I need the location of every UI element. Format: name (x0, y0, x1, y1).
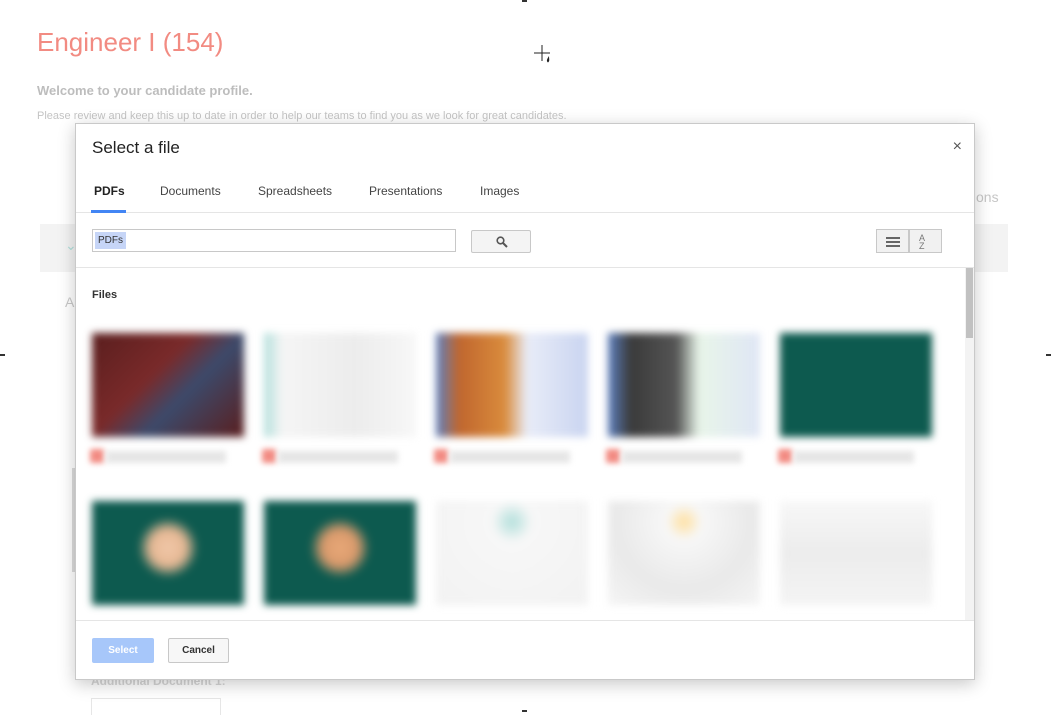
file-name-blurred (794, 451, 914, 463)
file-name-blurred (278, 451, 398, 463)
file-thumbnail (780, 501, 932, 605)
pdf-file-icon (90, 449, 104, 463)
file-tile[interactable] (420, 485, 588, 620)
welcome-heading: Welcome to your candidate profile. (37, 83, 253, 98)
dialog-title: Select a file (92, 138, 180, 157)
file-thumbnail (264, 333, 416, 437)
background-partial-letter: A (65, 294, 75, 310)
pdf-file-icon (778, 449, 792, 463)
tab-spreadsheets[interactable]: Spreadsheets (258, 184, 332, 198)
page-title: Engineer I (154) (37, 27, 224, 57)
tab-images[interactable]: Images (480, 184, 519, 198)
file-name-blurred (106, 451, 226, 463)
file-tile[interactable] (420, 317, 588, 485)
file-grid (76, 317, 951, 620)
file-thumbnail (264, 501, 416, 605)
search-icon (496, 236, 508, 248)
resize-handle-bottom (522, 710, 527, 712)
file-thumbnail (608, 501, 760, 605)
file-tile[interactable] (764, 317, 932, 485)
file-thumbnail (780, 333, 932, 437)
close-icon[interactable]: × (953, 138, 962, 156)
file-tile[interactable] (76, 317, 244, 485)
sort-az-icon: A Z (919, 234, 925, 251)
file-tile[interactable] (248, 317, 416, 485)
tab-documents[interactable]: Documents (160, 184, 221, 198)
select-button[interactable]: Select (92, 638, 154, 663)
intro-text: Please review and keep this up to date i… (37, 110, 567, 122)
resize-handle-left (0, 354, 5, 356)
files-panel: Files (76, 268, 974, 620)
sort-button[interactable]: A Z (909, 229, 942, 253)
list-view-icon (886, 237, 900, 247)
view-controls: A Z (876, 229, 942, 253)
move-cursor-icon (534, 45, 550, 63)
cancel-button[interactable]: Cancel (168, 638, 229, 663)
pdf-file-icon (606, 449, 620, 463)
file-type-tabs: PDFs Documents Spreadsheets Presentation… (76, 174, 974, 213)
tab-pdfs[interactable]: PDFs (94, 184, 125, 198)
resize-handle-right (1046, 354, 1051, 356)
scrollbar-thumb[interactable] (966, 268, 973, 338)
file-tile[interactable] (592, 485, 760, 620)
file-tile[interactable] (248, 485, 416, 620)
search-toolbar: PDFs A Z (76, 213, 974, 268)
search-input[interactable]: PDFs (92, 229, 456, 252)
additional-document-field[interactable] (91, 698, 221, 715)
pdf-file-icon (434, 449, 448, 463)
file-thumbnail (92, 501, 244, 605)
select-file-dialog: Select a file × PDFs Documents Spreadshe… (75, 123, 975, 680)
file-tile[interactable] (764, 485, 932, 620)
sort-label-bottom: Z (919, 241, 925, 251)
resize-handle-top (522, 0, 527, 2)
file-tile[interactable] (592, 317, 760, 485)
search-query-chip[interactable]: PDFs (95, 232, 126, 249)
file-tile[interactable] (76, 485, 244, 620)
search-button[interactable] (471, 230, 531, 253)
files-heading: Files (92, 289, 118, 301)
dialog-footer: Select Cancel (76, 620, 974, 680)
background-partial-text: ons (976, 189, 999, 205)
file-thumbnail (92, 333, 244, 437)
file-name-blurred (622, 451, 742, 463)
list-view-button[interactable] (876, 229, 909, 253)
pdf-file-icon (262, 449, 276, 463)
file-name-blurred (450, 451, 570, 463)
file-thumbnail (436, 501, 588, 605)
file-thumbnail (436, 333, 588, 437)
file-thumbnail (608, 333, 760, 437)
tab-presentations[interactable]: Presentations (369, 184, 442, 198)
